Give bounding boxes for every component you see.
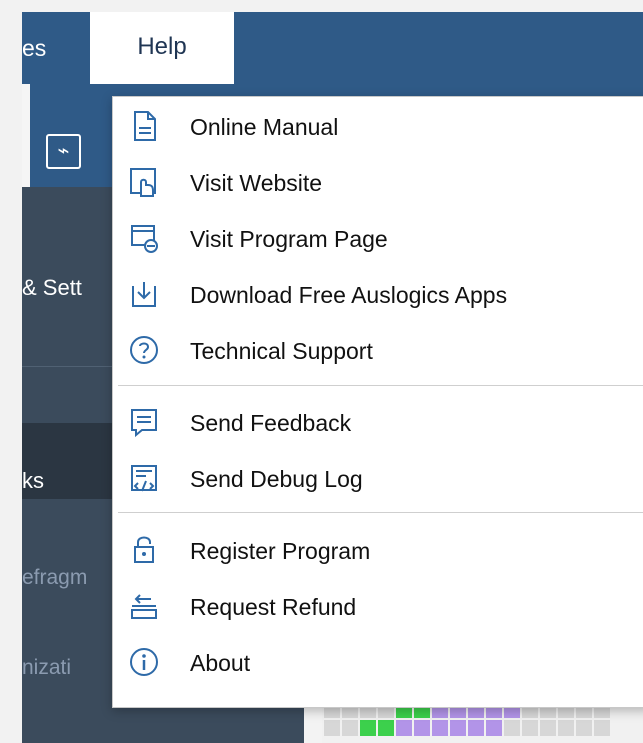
disk-cluster-cell xyxy=(396,720,412,736)
website-click-icon xyxy=(127,165,161,199)
application-window: es Help ⌁ s & Sett ks efragm nizati ▾ On… xyxy=(22,12,643,743)
ribbon-left-edge xyxy=(22,84,30,187)
menu-request-refund-label: Request Refund xyxy=(190,594,357,620)
disk-cluster-cell xyxy=(522,720,538,736)
program-page-icon xyxy=(127,221,161,255)
menu-visit-program-page[interactable]: Visit Program Page xyxy=(113,211,643,267)
menu-online-manual[interactable]: Online Manual xyxy=(113,99,643,155)
help-dropdown-menu: Online Manual Visit Website Visit Progra… xyxy=(112,96,643,708)
menu-about-label: About xyxy=(190,650,251,676)
debug-log-icon xyxy=(127,461,161,495)
disk-cluster-cell xyxy=(540,720,556,736)
menu-register-program[interactable]: Register Program xyxy=(113,523,643,579)
refund-icon xyxy=(127,589,161,623)
menu-download-free-apps-label: Download Free Auslogics Apps xyxy=(190,282,508,308)
menu-visit-program-page-label: Visit Program Page xyxy=(190,226,388,252)
disk-cluster-cell xyxy=(360,720,376,736)
disk-cluster-cell xyxy=(576,720,592,736)
menu-register-program-label: Register Program xyxy=(190,538,371,564)
menu-online-manual-label: Online Manual xyxy=(190,114,339,140)
lock-icon xyxy=(127,533,161,567)
menu-send-debug-log-label: Send Debug Log xyxy=(190,466,363,492)
disk-cluster-cell xyxy=(414,720,430,736)
sidebar-item-settings-label[interactable]: & Sett xyxy=(22,275,92,301)
menu-request-refund[interactable]: Request Refund xyxy=(113,579,643,635)
menu-send-debug-log[interactable]: Send Debug Log xyxy=(113,451,643,507)
sidebar-item-optimization-label[interactable]: nizati xyxy=(22,656,92,680)
sidebar-item-defragmentation-label[interactable]: efragm xyxy=(22,566,92,590)
disk-cluster-cell xyxy=(342,720,358,736)
disk-cluster-cell xyxy=(432,720,448,736)
menu-divider-2 xyxy=(118,512,643,513)
clipboard-health-icon[interactable]: ⌁ xyxy=(46,134,81,169)
menu-item-help[interactable]: Help xyxy=(90,12,234,84)
document-icon xyxy=(127,109,161,143)
menu-bar: es Help xyxy=(22,12,643,84)
feedback-icon xyxy=(127,405,161,439)
menu-technical-support[interactable]: Technical Support xyxy=(113,323,643,379)
question-icon xyxy=(127,333,161,367)
disk-cluster-cell xyxy=(378,720,394,736)
info-icon xyxy=(127,645,161,679)
disk-cluster-cell xyxy=(486,720,502,736)
menu-download-free-apps[interactable]: Download Free Auslogics Apps xyxy=(113,267,643,323)
disk-cluster-cell xyxy=(504,720,520,736)
disk-cluster-cell xyxy=(558,720,574,736)
disk-cluster-cell xyxy=(468,720,484,736)
menu-visit-website[interactable]: Visit Website xyxy=(113,155,643,211)
menu-send-feedback-label: Send Feedback xyxy=(190,410,352,436)
disk-cluster-cell xyxy=(594,720,610,736)
disk-cluster-cell xyxy=(324,720,340,736)
menu-item-truncated[interactable]: es xyxy=(22,12,92,84)
download-icon xyxy=(127,277,161,311)
menu-send-feedback[interactable]: Send Feedback xyxy=(113,395,643,451)
menu-about[interactable]: About xyxy=(113,635,643,691)
menu-visit-website-label: Visit Website xyxy=(190,170,323,196)
menu-technical-support-label: Technical Support xyxy=(190,338,373,364)
menu-divider-1 xyxy=(118,385,643,386)
sidebar-item-tasks-label[interactable]: ks xyxy=(22,468,92,494)
disk-cluster-cell xyxy=(450,720,466,736)
